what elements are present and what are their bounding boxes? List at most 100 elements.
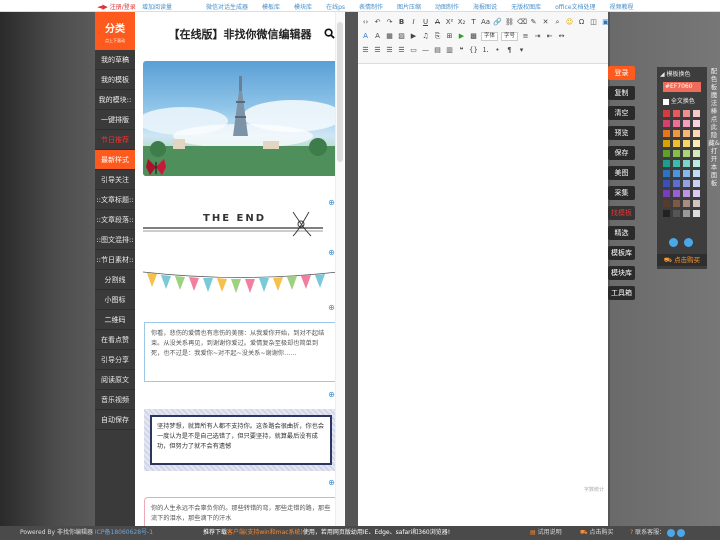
top-link-modules[interactable]: 模块库 xyxy=(294,2,312,11)
border-icon[interactable]: ▭ xyxy=(409,46,418,55)
more-icon[interactable]: ▾ xyxy=(517,46,526,55)
top-link-online-ps[interactable]: 在线ps xyxy=(326,2,345,11)
html-source-icon[interactable]: ‹› xyxy=(361,18,370,27)
color-swatch[interactable] xyxy=(693,200,700,207)
gallery-icon[interactable]: ▩ xyxy=(469,32,478,41)
color-swatch[interactable] xyxy=(673,130,680,137)
image-align-icon[interactable]: ▤ xyxy=(433,46,442,55)
color-swatch[interactable] xyxy=(663,140,670,147)
color-swatch[interactable] xyxy=(693,140,700,147)
outdent-icon[interactable]: ⇤ xyxy=(545,32,554,41)
color-swatch[interactable] xyxy=(683,190,690,197)
color-swatch[interactable] xyxy=(683,170,690,177)
checkbox-icon[interactable] xyxy=(663,98,669,105)
top-link-image-compress[interactable]: 图片压缩 xyxy=(397,2,421,11)
sidebar-item-one-click-layout[interactable]: 一键排版 xyxy=(95,110,135,130)
redo-icon[interactable]: ↷ xyxy=(385,18,394,27)
color-swatch[interactable] xyxy=(683,130,690,137)
color-panel-side-toggle[interactable]: 配色板 魔法棒 点此隐藏&打开本面板 xyxy=(708,67,720,187)
clear-button[interactable]: 清空 xyxy=(608,106,635,120)
clear-icon[interactable]: ✕ xyxy=(541,18,550,27)
bold-icon[interactable]: B xyxy=(397,18,406,27)
template-image-card[interactable] xyxy=(143,61,338,176)
color-swatch[interactable] xyxy=(663,150,670,157)
image-float-icon[interactable]: ▥ xyxy=(445,46,454,55)
color-swatch[interactable] xyxy=(683,210,690,217)
color-swatch[interactable] xyxy=(683,140,690,147)
sidebar-item-my-modules[interactable]: 我的模块:: xyxy=(95,90,135,110)
italic-icon[interactable]: I xyxy=(409,18,418,27)
add-template-icon[interactable]: ⊕ xyxy=(328,249,335,257)
color-swatch[interactable] xyxy=(673,210,680,217)
color-swatch[interactable] xyxy=(673,160,680,167)
top-link-video-tutorials[interactable]: 视频教程 xyxy=(610,2,634,11)
strikethrough-icon[interactable]: A xyxy=(433,18,442,27)
the-end-divider[interactable]: THE END xyxy=(143,202,338,242)
sidebar-item-guide-share[interactable]: 引导分享 xyxy=(95,350,135,370)
login-link[interactable]: 注册/登录 xyxy=(110,2,136,11)
play-icon[interactable]: ▶ xyxy=(457,32,466,41)
module-library-button[interactable]: 模块库 xyxy=(608,266,635,280)
color-swatch[interactable] xyxy=(693,110,700,117)
color-swatch[interactable] xyxy=(693,180,700,187)
login-button[interactable]: 登录 xyxy=(608,66,635,80)
color-swatch[interactable] xyxy=(693,210,700,217)
sidebar-item-divider[interactable]: 分割线 xyxy=(95,270,135,290)
color-swatch[interactable] xyxy=(673,150,680,157)
wechat-icon[interactable] xyxy=(676,528,685,537)
subscript-icon[interactable]: X₂ xyxy=(457,18,466,27)
save-button[interactable]: 保存 xyxy=(608,146,635,160)
color-swatch[interactable] xyxy=(663,200,670,207)
sidebar-item-image-text[interactable]: ::图文混排:: xyxy=(95,230,135,250)
footer-buy-link[interactable]: ⛟ 点击购买 xyxy=(580,526,614,540)
special-char-icon[interactable]: Ω xyxy=(577,18,586,27)
horizontal-rule-icon[interactable]: — xyxy=(421,46,430,55)
sidebar-item-my-templates[interactable]: 我的模板 xyxy=(95,70,135,90)
color-swatch[interactable] xyxy=(663,160,670,167)
find-template-button[interactable]: 找模板 xyxy=(608,206,635,220)
color-swatch[interactable] xyxy=(663,130,670,137)
undo-icon[interactable]: ↶ xyxy=(373,18,382,27)
sidebar-item-festival-material[interactable]: ::节日素材:: xyxy=(95,250,135,270)
color-swatch[interactable] xyxy=(673,110,680,117)
template-library-button[interactable]: 模板库 xyxy=(608,246,635,260)
sidebar-item-latest-styles[interactable]: 最新样式 xyxy=(95,150,135,170)
add-template-icon[interactable]: ⊕ xyxy=(328,304,335,312)
login-area[interactable]: ◄▶ 注册/登录 xyxy=(97,2,136,12)
letter-case-icon[interactable]: Aa xyxy=(481,18,490,27)
color-swatch[interactable] xyxy=(673,190,680,197)
color-swatch[interactable] xyxy=(693,170,700,177)
color-swatch[interactable] xyxy=(693,150,700,157)
superscript-icon[interactable]: X² xyxy=(445,18,454,27)
palette-icon[interactable] xyxy=(684,238,693,247)
copy-button[interactable]: 复制 xyxy=(608,86,635,100)
color-swatch[interactable] xyxy=(693,130,700,137)
ordered-list-icon[interactable]: ⒈ xyxy=(481,46,490,55)
add-template-icon[interactable]: ⊕ xyxy=(328,479,335,487)
sidebar-item-article-paragraph[interactable]: ::文章段落:: xyxy=(95,210,135,230)
table-icon[interactable]: ⊞ xyxy=(445,32,454,41)
sidebar-item-autosave[interactable]: 自动保存 xyxy=(95,410,135,430)
add-reads-link[interactable]: 增加阅读量 xyxy=(142,2,172,11)
format-brush-icon[interactable]: ✎ xyxy=(529,18,538,27)
color-swatch[interactable] xyxy=(663,210,670,217)
sidebar-item-like[interactable]: 在看点赞 xyxy=(95,330,135,350)
color-swatch[interactable] xyxy=(673,180,680,187)
color-swatch[interactable] xyxy=(683,180,690,187)
font-color-a-icon[interactable]: A xyxy=(361,32,370,41)
color-swatch[interactable] xyxy=(683,150,690,157)
sidebar-item-my-drafts[interactable]: 我的草稿 xyxy=(95,50,135,70)
line-height-icon[interactable]: ≡ xyxy=(521,32,530,41)
align-center-icon[interactable]: ☰ xyxy=(373,46,382,55)
music-icon[interactable]: ♫ xyxy=(421,32,430,41)
color-swatch[interactable] xyxy=(683,110,690,117)
search-replace-icon[interactable]: ⌕ xyxy=(553,18,562,27)
sidebar-item-music-video[interactable]: 音乐视频 xyxy=(95,390,135,410)
client-download-link[interactable]: 客户端(支持win和mac系统) xyxy=(227,529,303,536)
search-icon[interactable] xyxy=(324,28,335,39)
color-swatch[interactable] xyxy=(663,170,670,177)
bunting-divider[interactable] xyxy=(142,267,339,302)
template-scrollbar[interactable] xyxy=(335,12,344,526)
top-link-templates[interactable]: 模板库 xyxy=(262,2,280,11)
text-card-life[interactable]: 你的人生永远不会辜负你的。那些转错的弯，那些走错的路，那些流下的泪水，那些滴下的… xyxy=(144,497,338,526)
